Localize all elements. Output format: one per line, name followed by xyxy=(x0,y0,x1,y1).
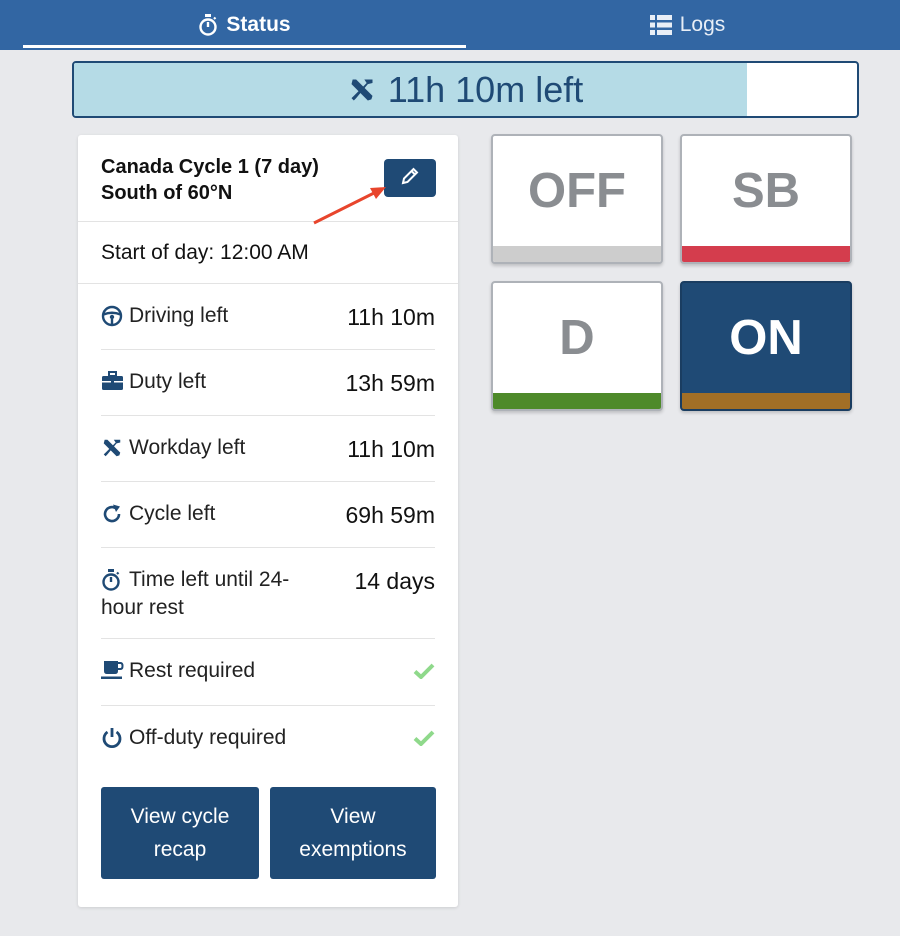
duty-status-label: D xyxy=(559,311,595,365)
list-icon xyxy=(649,15,672,35)
workday-left-label: Workday left xyxy=(129,436,246,459)
stat-label: Driving left xyxy=(101,302,228,330)
driving-left-label: Driving left xyxy=(129,304,229,327)
stat-row-driving: Driving left 11h 10m xyxy=(101,284,435,350)
progress-text: 11h 10m left xyxy=(387,68,584,110)
hos-summary-card: Canada Cycle 1 (7 day) South of 60°N Sta… xyxy=(78,135,458,907)
duty-status-label: OFF xyxy=(528,164,626,218)
duty-status-sb[interactable]: SB xyxy=(680,134,852,264)
duty-status-d[interactable]: D xyxy=(491,281,663,411)
start-of-day: Start of day: 12:00 AM xyxy=(78,222,458,284)
stat-label: Cycle left xyxy=(101,500,215,528)
tab-status-label: Status xyxy=(226,13,291,36)
stat-row-duty: Duty left 13h 59m xyxy=(101,350,435,416)
view-cycle-recap-button[interactable]: View cycle recap xyxy=(101,787,259,879)
stat-label: Duty left xyxy=(101,368,206,396)
coffee-icon xyxy=(101,660,129,680)
tab-status[interactable]: Status xyxy=(23,0,466,50)
requirement-label: Off-duty required xyxy=(101,724,286,752)
duty-status-color-bar xyxy=(682,393,850,409)
duty-status-on[interactable]: ON xyxy=(680,281,852,411)
requirement-row-off-duty: Off-duty required xyxy=(101,706,435,773)
cycle-left-label: Cycle left xyxy=(129,502,216,525)
duty-status-label: SB xyxy=(731,164,801,218)
top-tab-bar: Status Logs xyxy=(0,0,900,50)
rest-24h-value: 14 days xyxy=(354,568,435,594)
rest-required-label: Rest required xyxy=(129,659,256,682)
stat-row-24h-rest: Time left until 24- hour rest 14 days xyxy=(101,548,435,639)
driving-left-value: 11h 10m xyxy=(347,304,435,330)
tools-icon xyxy=(101,437,129,459)
workday-progress-bar: 11h 10m left xyxy=(72,61,859,118)
cycle-icon xyxy=(101,503,129,525)
power-icon xyxy=(101,727,129,749)
view-exemptions-line1: View xyxy=(330,805,376,828)
duty-left-label: Duty left xyxy=(129,370,207,393)
requirement-row-rest: Rest required xyxy=(101,639,435,706)
duty-status-label: ON xyxy=(729,311,803,365)
workday-left-value: 11h 10m xyxy=(347,436,435,462)
check-icon xyxy=(413,730,435,751)
duty-status-color-bar xyxy=(493,393,661,409)
rest-24h-label-line2: hour rest xyxy=(101,596,184,619)
duty-status-color-bar xyxy=(682,246,850,262)
progress-label: 11h 10m left xyxy=(74,63,857,116)
duty-status-off[interactable]: OFF xyxy=(491,134,663,264)
stopwatch-icon xyxy=(101,569,129,591)
view-cycle-recap-line2: recap xyxy=(153,838,207,861)
tab-logs-label: Logs xyxy=(679,13,726,36)
duty-left-value: 13h 59m xyxy=(345,370,435,396)
annotation-arrow xyxy=(313,187,386,225)
briefcase-icon xyxy=(101,371,129,391)
pencil-icon xyxy=(400,166,420,191)
view-cycle-recap-line1: View cycle xyxy=(130,805,230,828)
active-tab-indicator xyxy=(23,45,466,48)
duty-status-color-bar xyxy=(493,246,661,262)
check-icon xyxy=(413,663,435,684)
cycle-left-value: 69h 59m xyxy=(345,502,435,528)
stat-label: Workday left xyxy=(101,434,245,462)
ruleset-header: Canada Cycle 1 (7 day) South of 60°N xyxy=(78,135,458,222)
stat-row-workday: Workday left 11h 10m xyxy=(101,416,435,482)
steering-wheel-icon xyxy=(101,305,129,327)
stat-label: Time left until 24- xyxy=(101,566,289,594)
view-exemptions-button[interactable]: View exemptions xyxy=(270,787,436,879)
view-exemptions-line2: exemptions xyxy=(299,838,407,861)
tab-logs[interactable]: Logs xyxy=(466,0,900,50)
stat-row-cycle: Cycle left 69h 59m xyxy=(101,482,435,548)
off-duty-required-label: Off-duty required xyxy=(129,726,287,749)
rest-24h-label: Time left until 24- xyxy=(129,568,290,591)
tools-icon xyxy=(348,76,376,104)
requirement-label: Rest required xyxy=(101,657,255,685)
stopwatch-icon xyxy=(198,14,218,36)
